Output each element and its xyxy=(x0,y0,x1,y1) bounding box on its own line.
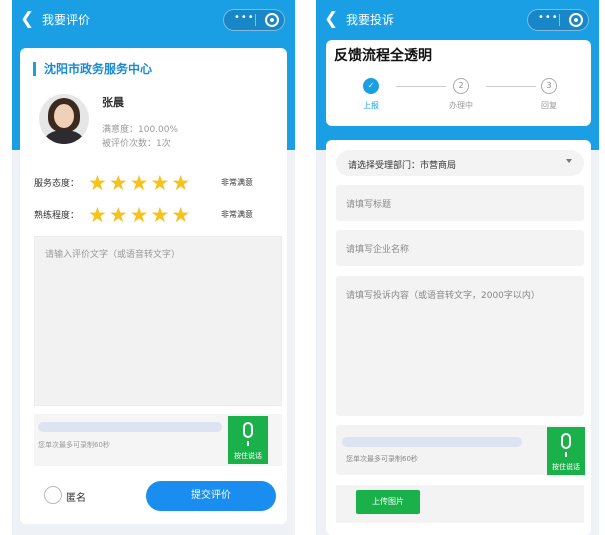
complaint-form: 请选择受理部门：市营商局 请填写标题 请填写企业名称 请填写投诉内容（或语音转文… xyxy=(326,140,591,535)
microphone-icon xyxy=(243,422,253,446)
step-connector xyxy=(396,86,446,87)
star-icon[interactable]: ★ xyxy=(171,172,190,194)
evaluation-card: 沈阳市政务服务中心 张晨 满意度：100.00% 被评价次数：1次 服务态度： … xyxy=(20,48,287,524)
hold-to-talk-button[interactable]: 按住说话 xyxy=(547,427,585,475)
star-rating[interactable]: ★★★★★ xyxy=(88,172,192,194)
submit-evaluation-button[interactable]: 提交评价 xyxy=(146,481,276,511)
content-placeholder: 请填写投诉内容（或语音转文字，2000字以内） xyxy=(346,291,540,301)
company-placeholder: 请填写企业名称 xyxy=(346,245,410,255)
voice-progress-bar xyxy=(342,437,522,447)
dropdown-arrow-icon xyxy=(566,159,572,163)
staff-name: 张晨 xyxy=(102,96,124,109)
page-title: 我要投诉 xyxy=(346,13,395,27)
more-dots-icon[interactable]: ••• xyxy=(234,12,255,23)
company-input[interactable]: 请填写企业名称 xyxy=(336,230,584,266)
step-label: 回复 xyxy=(541,101,557,110)
rating-label: 熟练程度： xyxy=(34,211,80,221)
star-icon[interactable]: ★ xyxy=(130,204,149,226)
page-title: 我要评价 xyxy=(42,13,91,27)
rating-text: 非常满意 xyxy=(221,178,253,187)
mini-program-capsule: ••• xyxy=(223,9,285,31)
flow-title: 反馈流程全透明 xyxy=(334,48,432,64)
complaint-screen: ❮ 我要投诉 ••• 反馈流程全透明 ✓ 上报 2 办理中 3 回复 请选择受理… xyxy=(316,0,599,535)
comment-textarea[interactable]: 请输入评价文字（或语音转文字） xyxy=(34,236,282,406)
capsule-divider xyxy=(559,14,560,26)
step-number: 3 xyxy=(541,78,557,94)
satisfaction-text: 满意度：100.00% xyxy=(102,125,179,135)
back-chevron-icon[interactable]: ❮ xyxy=(20,9,34,29)
capsule-divider xyxy=(255,14,256,26)
hold-to-talk-button[interactable]: 按住说话 xyxy=(228,416,268,464)
star-rating[interactable]: ★★★★★ xyxy=(88,204,192,226)
avatar-face xyxy=(54,104,74,128)
anonymous-label: 匿名 xyxy=(66,493,86,504)
voice-progress-bar xyxy=(38,422,222,432)
star-icon[interactable]: ★ xyxy=(109,172,128,194)
record-icon[interactable] xyxy=(265,13,279,27)
step-label: 办理中 xyxy=(449,101,473,110)
rating-row-proficiency: 熟练程度： ★★★★★ 非常满意 xyxy=(34,204,284,226)
step-report: ✓ 上报 xyxy=(351,78,391,111)
step-processing: 2 办理中 xyxy=(441,78,481,111)
content-textarea[interactable]: 请填写投诉内容（或语音转文字，2000字以内） xyxy=(336,276,584,416)
rating-text: 非常满意 xyxy=(221,210,253,219)
anonymous-radio[interactable] xyxy=(44,486,62,504)
rated-count-text: 被评价次数：1次 xyxy=(102,139,171,149)
comment-placeholder: 请输入评价文字（或语音转文字） xyxy=(45,250,181,260)
back-chevron-icon[interactable]: ❮ xyxy=(324,9,338,29)
title-input[interactable]: 请填写标题 xyxy=(336,185,584,221)
step-check-icon: ✓ xyxy=(363,78,379,94)
department-select[interactable]: 请选择受理部门：市营商局 xyxy=(336,150,584,176)
step-number: 2 xyxy=(453,78,469,94)
mini-program-capsule: ••• xyxy=(527,9,589,31)
step-reply: 3 回复 xyxy=(529,78,569,111)
nav-bar: ❮ 我要评价 ••• xyxy=(12,0,295,40)
voice-button-label: 按住说话 xyxy=(234,452,262,460)
nav-bar: ❮ 我要投诉 ••• xyxy=(316,0,599,40)
record-icon[interactable] xyxy=(569,13,583,27)
step-label: 上报 xyxy=(363,101,379,110)
org-name: 沈阳市政务服务中心 xyxy=(33,62,152,76)
evaluation-screen: ❮ 我要评价 ••• 沈阳市政务服务中心 张晨 满意度：100.00% 被评价次… xyxy=(12,0,295,535)
star-icon[interactable]: ★ xyxy=(150,204,169,226)
more-dots-icon[interactable]: ••• xyxy=(538,12,559,23)
upload-image-button[interactable]: 上传图片 xyxy=(356,490,420,514)
voice-button-label: 按住说话 xyxy=(552,463,580,471)
anonymous-checkbox[interactable]: 匿名 xyxy=(44,484,144,508)
rating-label: 服务态度： xyxy=(34,179,80,189)
flow-card: 反馈流程全透明 ✓ 上报 2 办理中 3 回复 xyxy=(326,40,591,126)
voice-hint: 您单次最多可录制60秒 xyxy=(38,441,110,449)
star-icon[interactable]: ★ xyxy=(171,204,190,226)
star-icon[interactable]: ★ xyxy=(88,172,107,194)
department-select-value: 请选择受理部门：市营商局 xyxy=(348,161,457,171)
star-icon[interactable]: ★ xyxy=(109,204,128,226)
avatar-body xyxy=(45,130,83,144)
rating-row-attitude: 服务态度： ★★★★★ 非常满意 xyxy=(34,172,284,194)
voice-hint: 您单次最多可录制60秒 xyxy=(346,455,418,463)
microphone-icon xyxy=(561,433,571,457)
star-icon[interactable]: ★ xyxy=(88,204,107,226)
title-placeholder: 请填写标题 xyxy=(346,200,392,210)
avatar xyxy=(39,94,89,144)
star-icon[interactable]: ★ xyxy=(150,172,169,194)
star-icon[interactable]: ★ xyxy=(130,172,149,194)
